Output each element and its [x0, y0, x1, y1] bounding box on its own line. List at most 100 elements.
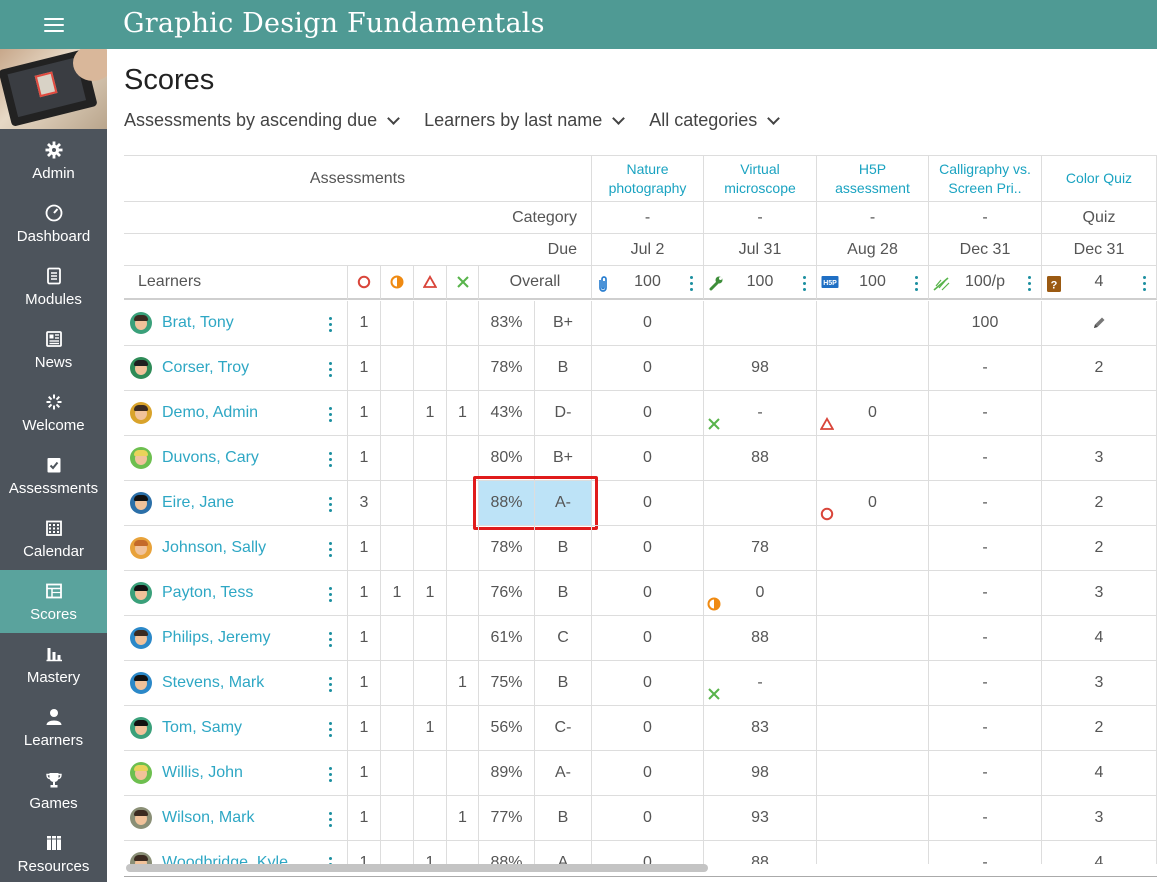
overall-percent[interactable]: 77%	[479, 796, 535, 841]
overall-grade[interactable]: B+	[535, 436, 592, 481]
sidebar-item-welcome[interactable]: Welcome	[0, 381, 107, 444]
assessment-title-link[interactable]: Nature photography	[592, 160, 703, 198]
sidebar-item-admin[interactable]: Admin	[0, 129, 107, 192]
score-cell[interactable]: 4	[1042, 751, 1157, 796]
overall-percent[interactable]: 88%	[479, 841, 535, 865]
overall-grade[interactable]: B	[535, 526, 592, 571]
more-options-icon[interactable]	[803, 276, 807, 291]
assessment-title-3[interactable]: H5P assessment	[817, 156, 929, 202]
score-cell[interactable]: 4	[1042, 841, 1157, 865]
score-cell[interactable]: 88	[704, 841, 817, 865]
learner-name-link[interactable]: Demo, Admin	[162, 404, 258, 422]
sidebar-item-calendar[interactable]: Calendar	[0, 507, 107, 570]
more-options-icon[interactable]	[329, 362, 333, 377]
more-options-icon[interactable]	[329, 677, 333, 692]
learner-name-link[interactable]: Eire, Jane	[162, 494, 234, 512]
menu-button[interactable]	[0, 0, 107, 49]
assessment-title-1[interactable]: Nature photography	[592, 156, 704, 202]
more-options-icon[interactable]	[329, 632, 333, 647]
score-cell[interactable]	[817, 751, 929, 796]
status-filter-half-circle[interactable]	[381, 266, 414, 300]
score-cell[interactable]: -	[929, 706, 1042, 751]
score-cell[interactable]: 0	[592, 796, 704, 841]
learner-name-link[interactable]: Stevens, Mark	[162, 674, 264, 692]
score-cell[interactable]: 0	[592, 481, 704, 526]
more-options-icon[interactable]	[1028, 276, 1032, 291]
score-cell[interactable]	[704, 481, 817, 526]
assessment-title-link[interactable]: Calligraphy vs. Screen Pri..	[929, 160, 1041, 198]
learner-name-link[interactable]: Brat, Tony	[162, 314, 234, 332]
more-options-icon[interactable]	[329, 317, 333, 332]
score-cell[interactable]: 100	[929, 301, 1042, 346]
overall-grade[interactable]: D-	[535, 391, 592, 436]
learner-name-link[interactable]: Wilson, Mark	[162, 809, 254, 827]
sidebar-item-mastery[interactable]: Mastery	[0, 633, 107, 696]
score-cell[interactable]	[817, 346, 929, 391]
more-options-icon[interactable]	[690, 276, 694, 291]
sidebar-item-dashboard[interactable]: Dashboard	[0, 192, 107, 255]
score-cell[interactable]	[817, 616, 929, 661]
sidebar-item-assessments[interactable]: Assessments	[0, 444, 107, 507]
status-filter-triangle[interactable]	[414, 266, 447, 300]
score-cell[interactable]: 88	[704, 616, 817, 661]
score-cell[interactable]: 98	[704, 751, 817, 796]
score-cell[interactable]: 0	[592, 706, 704, 751]
more-options-icon[interactable]	[329, 452, 333, 467]
score-cell[interactable]: 88	[704, 436, 817, 481]
overall-grade[interactable]: A	[535, 841, 592, 865]
score-cell[interactable]: 0	[592, 346, 704, 391]
score-cell[interactable]: 0	[704, 571, 817, 616]
score-cell[interactable]	[817, 436, 929, 481]
overall-percent[interactable]: 78%	[479, 526, 535, 571]
overall-grade[interactable]: C-	[535, 706, 592, 751]
score-cell[interactable]: 0	[592, 616, 704, 661]
more-options-icon[interactable]	[329, 767, 333, 782]
more-options-icon[interactable]	[1143, 276, 1147, 291]
overall-grade[interactable]: A-	[535, 751, 592, 796]
learner-sort-dropdown[interactable]: Learners by last name	[424, 110, 626, 131]
score-cell[interactable]: 2	[1042, 481, 1157, 526]
horizontal-scrollbar-thumb[interactable]	[126, 864, 708, 872]
overall-percent[interactable]: 43%	[479, 391, 535, 436]
score-cell[interactable]	[1042, 301, 1157, 346]
score-cell[interactable]: 0	[592, 661, 704, 706]
score-cell[interactable]: -	[929, 841, 1042, 865]
sidebar-item-news[interactable]: News	[0, 318, 107, 381]
more-options-icon[interactable]	[329, 722, 333, 737]
score-cell[interactable]: -	[929, 661, 1042, 706]
assessment-title-link[interactable]: H5P assessment	[817, 160, 928, 198]
overall-percent[interactable]: 80%	[479, 436, 535, 481]
overall-grade[interactable]: B+	[535, 301, 592, 346]
score-cell[interactable]	[817, 841, 929, 865]
learner-name-link[interactable]: Payton, Tess	[162, 584, 253, 602]
score-cell[interactable]: 3	[1042, 436, 1157, 481]
sidebar-item-scores[interactable]: Scores	[0, 570, 107, 633]
learner-name-link[interactable]: Johnson, Sally	[162, 539, 266, 557]
score-cell[interactable]	[817, 796, 929, 841]
score-cell[interactable]: 3	[1042, 796, 1157, 841]
assessment-title-link[interactable]: Virtual microscope	[704, 160, 816, 198]
score-cell[interactable]	[817, 706, 929, 751]
score-cell[interactable]	[817, 661, 929, 706]
score-cell[interactable]: 0	[592, 301, 704, 346]
sidebar-item-modules[interactable]: Modules	[0, 255, 107, 318]
overall-column-header[interactable]: Overall	[479, 266, 592, 300]
learner-name-link[interactable]: Duvons, Cary	[162, 449, 259, 467]
score-cell[interactable]	[704, 301, 817, 346]
score-cell[interactable]	[1042, 391, 1157, 436]
learner-name-link[interactable]: Willis, John	[162, 764, 243, 782]
score-cell[interactable]: -	[704, 391, 817, 436]
more-options-icon[interactable]	[329, 497, 333, 512]
overall-percent[interactable]: 56%	[479, 706, 535, 751]
learner-name-link[interactable]: Philips, Jeremy	[162, 629, 270, 647]
more-options-icon[interactable]	[329, 812, 333, 827]
score-cell[interactable]	[817, 526, 929, 571]
assessment-sort-dropdown[interactable]: Assessments by ascending due	[124, 110, 401, 131]
score-cell[interactable]: 2	[1042, 526, 1157, 571]
status-filter-circle[interactable]	[348, 266, 381, 300]
score-cell[interactable]: 0	[592, 436, 704, 481]
score-cell[interactable]: -	[929, 616, 1042, 661]
assessment-title-2[interactable]: Virtual microscope	[704, 156, 817, 202]
more-options-icon[interactable]	[915, 276, 919, 291]
status-filter-x[interactable]	[447, 266, 479, 300]
